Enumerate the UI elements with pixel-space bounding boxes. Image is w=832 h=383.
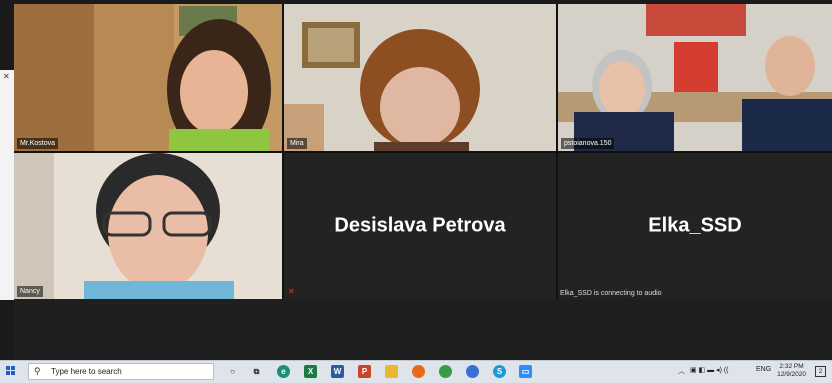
- participant-video: [14, 4, 282, 151]
- video-gallery: Mr.Kostova Mira pstoianova.150 Nancy Des…: [14, 4, 832, 299]
- word-icon[interactable]: W: [331, 365, 344, 378]
- language-indicator[interactable]: ENG: [756, 366, 771, 373]
- participant-name: Mr.Kostova: [17, 138, 59, 149]
- participant-video: [558, 4, 832, 151]
- windows-taskbar: ⚲ Type here to search ○ ⧉ e X W P S ▭ ︿ …: [0, 360, 832, 383]
- video-tile-nancy[interactable]: Nancy: [14, 153, 282, 299]
- tray-icons[interactable]: ▣ ◧ ▬ ◂) ((: [690, 366, 729, 374]
- app-icon[interactable]: [466, 365, 479, 378]
- edge-icon[interactable]: e: [277, 365, 290, 378]
- video-tile-desislava[interactable]: Desislava Petrova ✕: [284, 153, 556, 299]
- video-tile-kostova[interactable]: Mr.Kostova: [14, 4, 282, 151]
- side-panel: [0, 70, 14, 300]
- participant-name-large: Desislava Petrova: [334, 214, 506, 237]
- muted-mic-icon: ✕: [288, 287, 295, 296]
- system-clock[interactable]: 2:32 PM 12/9/2020: [777, 363, 806, 379]
- cortana-icon[interactable]: ○: [226, 365, 239, 378]
- zoom-icon[interactable]: ▭: [519, 365, 532, 378]
- taskbar-search[interactable]: ⚲ Type here to search: [28, 363, 214, 380]
- participant-name: Nancy: [17, 286, 43, 297]
- close-icon[interactable]: ✕: [3, 72, 10, 81]
- video-tile-mira[interactable]: Mira: [284, 4, 556, 151]
- skype-icon[interactable]: S: [493, 365, 506, 378]
- participant-name: Mira: [287, 138, 307, 149]
- search-icon: ⚲: [34, 366, 41, 376]
- search-placeholder: Type here to search: [51, 367, 122, 376]
- clock-date: 12/9/2020: [777, 371, 806, 378]
- notification-icon[interactable]: 2: [815, 366, 826, 377]
- clock-time: 2:32 PM: [779, 363, 804, 370]
- file-explorer-icon[interactable]: [385, 365, 398, 378]
- meeting-background: [14, 299, 832, 360]
- video-tile-pstoianova[interactable]: pstoianova.150: [558, 4, 832, 151]
- audio-status: Elka_SSD is connecting to audio: [560, 290, 662, 297]
- participant-name-large: Elka_SSD: [648, 214, 742, 237]
- participant-video: [14, 153, 282, 299]
- windows-start-icon[interactable]: [6, 366, 16, 376]
- participant-name: pstoianova.150: [561, 138, 615, 149]
- task-view-icon[interactable]: ⧉: [250, 365, 263, 378]
- chevron-up-icon[interactable]: ︿: [678, 366, 685, 376]
- chrome-icon[interactable]: [439, 365, 452, 378]
- firefox-icon[interactable]: [412, 365, 425, 378]
- participant-video: [284, 4, 556, 151]
- video-tile-elka[interactable]: Elka_SSD Elka_SSD is connecting to audio: [558, 153, 832, 299]
- powerpoint-icon[interactable]: P: [358, 365, 371, 378]
- excel-icon[interactable]: X: [304, 365, 317, 378]
